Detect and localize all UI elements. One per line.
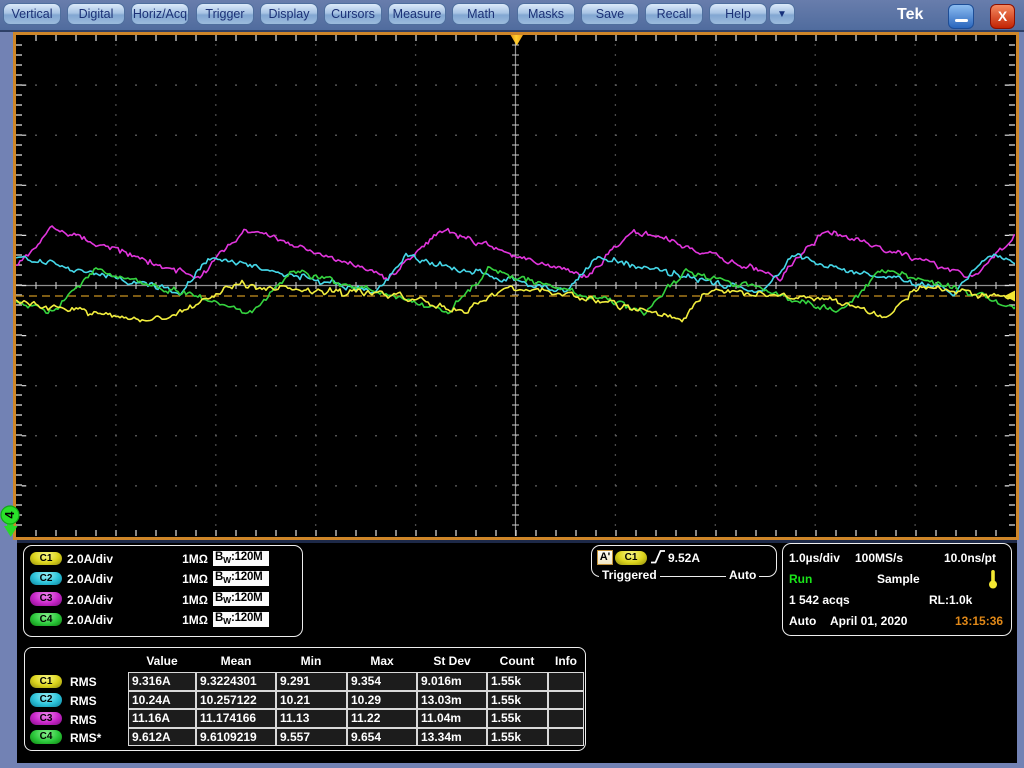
svg-text:4: 4 [3,511,17,518]
